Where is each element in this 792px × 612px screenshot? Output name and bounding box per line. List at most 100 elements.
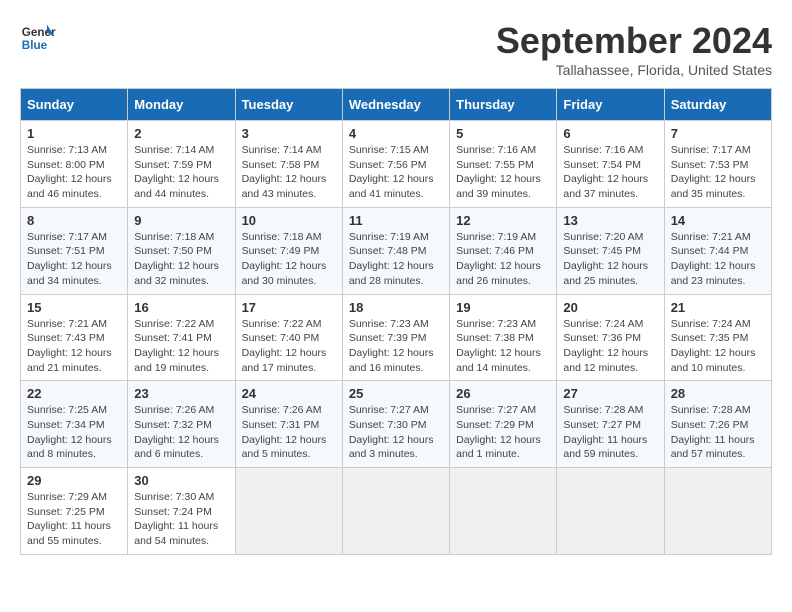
- day-number: 28: [671, 386, 765, 401]
- cell-4-5: [557, 468, 664, 555]
- day-detail: Sunrise: 7:16 AM Sunset: 7:55 PM Dayligh…: [456, 144, 541, 200]
- cell-3-4: 26 Sunrise: 7:27 AM Sunset: 7:29 PM Dayli…: [450, 381, 557, 468]
- cell-1-6: 14Sunrise: 7:21 AM Sunset: 7:44 PM Dayli…: [664, 207, 771, 294]
- cell-0-5: 6 Sunrise: 7:16 AM Sunset: 7:54 PM Daylig…: [557, 121, 664, 208]
- day-detail: Sunrise: 7:21 AM Sunset: 7:43 PM Dayligh…: [27, 318, 112, 374]
- day-number: 22: [27, 386, 121, 401]
- location-title: Tallahassee, Florida, United States: [496, 62, 772, 78]
- cell-2-4: 19 Sunrise: 7:23 AM Sunset: 7:38 PM Dayli…: [450, 294, 557, 381]
- week-row-4: 22 Sunrise: 7:25 AM Sunset: 7:34 PM Dayli…: [21, 381, 772, 468]
- cell-4-6: [664, 468, 771, 555]
- day-detail: Sunrise: 7:28 AM Sunset: 7:27 PM Dayligh…: [563, 404, 647, 460]
- cell-1-5: 13Sunrise: 7:20 AM Sunset: 7:45 PM Dayli…: [557, 207, 664, 294]
- cell-3-1: 23 Sunrise: 7:26 AM Sunset: 7:32 PM Dayli…: [128, 381, 235, 468]
- cell-3-3: 25Sunrise: 7:27 AM Sunset: 7:30 PM Dayli…: [342, 381, 449, 468]
- day-number: 15: [27, 300, 121, 315]
- header-monday: Monday: [128, 89, 235, 121]
- cell-0-2: 3 Sunrise: 7:14 AM Sunset: 7:58 PM Daylig…: [235, 121, 342, 208]
- day-detail: Sunrise: 7:23 AM Sunset: 7:38 PM Dayligh…: [456, 318, 541, 374]
- day-number: 21: [671, 300, 765, 315]
- cell-4-1: 30 Sunrise: 7:30 AM Sunset: 7:24 PM Dayli…: [128, 468, 235, 555]
- cell-0-0: 1 Sunrise: 7:13 AM Sunset: 8:00 PM Daylig…: [21, 121, 128, 208]
- day-number: 26: [456, 386, 550, 401]
- day-number: 19: [456, 300, 550, 315]
- cell-2-3: 18Sunrise: 7:23 AM Sunset: 7:39 PM Dayli…: [342, 294, 449, 381]
- cell-0-6: 7 Sunrise: 7:17 AM Sunset: 7:53 PM Daylig…: [664, 121, 771, 208]
- day-number: 24: [242, 386, 336, 401]
- header-row: SundayMondayTuesdayWednesdayThursdayFrid…: [21, 89, 772, 121]
- day-number: 4: [349, 126, 443, 141]
- day-detail: Sunrise: 7:26 AM Sunset: 7:32 PM Dayligh…: [134, 404, 219, 460]
- header-friday: Friday: [557, 89, 664, 121]
- day-detail: Sunrise: 7:18 AM Sunset: 7:50 PM Dayligh…: [134, 231, 219, 287]
- cell-1-4: 12Sunrise: 7:19 AM Sunset: 7:46 PM Dayli…: [450, 207, 557, 294]
- cell-2-6: 21 Sunrise: 7:24 AM Sunset: 7:35 PM Dayli…: [664, 294, 771, 381]
- header-wednesday: Wednesday: [342, 89, 449, 121]
- day-detail: Sunrise: 7:30 AM Sunset: 7:24 PM Dayligh…: [134, 491, 218, 547]
- day-detail: Sunrise: 7:15 AM Sunset: 7:56 PM Dayligh…: [349, 144, 434, 200]
- header-tuesday: Tuesday: [235, 89, 342, 121]
- day-number: 20: [563, 300, 657, 315]
- day-detail: Sunrise: 7:21 AM Sunset: 7:44 PM Dayligh…: [671, 231, 756, 287]
- day-number: 29: [27, 473, 121, 488]
- day-number: 8: [27, 213, 121, 228]
- day-number: 23: [134, 386, 228, 401]
- header-thursday: Thursday: [450, 89, 557, 121]
- day-detail: Sunrise: 7:23 AM Sunset: 7:39 PM Dayligh…: [349, 318, 434, 374]
- cell-2-0: 15 Sunrise: 7:21 AM Sunset: 7:43 PM Dayli…: [21, 294, 128, 381]
- svg-text:Blue: Blue: [22, 39, 48, 52]
- day-number: 27: [563, 386, 657, 401]
- cell-2-2: 17 Sunrise: 7:22 AM Sunset: 7:40 PM Dayli…: [235, 294, 342, 381]
- day-detail: Sunrise: 7:24 AM Sunset: 7:36 PM Dayligh…: [563, 318, 648, 374]
- day-detail: Sunrise: 7:19 AM Sunset: 7:46 PM Dayligh…: [456, 231, 541, 287]
- cell-3-5: 27 Sunrise: 7:28 AM Sunset: 7:27 PM Dayli…: [557, 381, 664, 468]
- day-detail: Sunrise: 7:16 AM Sunset: 7:54 PM Dayligh…: [563, 144, 648, 200]
- day-detail: Sunrise: 7:29 AM Sunset: 7:25 PM Dayligh…: [27, 491, 111, 547]
- day-number: 6: [563, 126, 657, 141]
- header-sunday: Sunday: [21, 89, 128, 121]
- day-number: 10: [242, 213, 336, 228]
- header: General Blue September 2024 Tallahassee,…: [20, 20, 772, 78]
- cell-1-1: 9Sunrise: 7:18 AM Sunset: 7:50 PM Daylig…: [128, 207, 235, 294]
- logo: General Blue: [20, 20, 56, 56]
- day-detail: Sunrise: 7:26 AM Sunset: 7:31 PM Dayligh…: [242, 404, 327, 460]
- cell-4-3: [342, 468, 449, 555]
- day-detail: Sunrise: 7:18 AM Sunset: 7:49 PM Dayligh…: [242, 231, 327, 287]
- day-number: 17: [242, 300, 336, 315]
- day-number: 3: [242, 126, 336, 141]
- week-row-5: 29 Sunrise: 7:29 AM Sunset: 7:25 PM Dayli…: [21, 468, 772, 555]
- day-detail: Sunrise: 7:25 AM Sunset: 7:34 PM Dayligh…: [27, 404, 112, 460]
- day-detail: Sunrise: 7:17 AM Sunset: 7:53 PM Dayligh…: [671, 144, 756, 200]
- day-detail: Sunrise: 7:17 AM Sunset: 7:51 PM Dayligh…: [27, 231, 112, 287]
- day-detail: Sunrise: 7:19 AM Sunset: 7:48 PM Dayligh…: [349, 231, 434, 287]
- calendar-table: SundayMondayTuesdayWednesdayThursdayFrid…: [20, 88, 772, 555]
- day-number: 30: [134, 473, 228, 488]
- cell-1-0: 8 Sunrise: 7:17 AM Sunset: 7:51 PM Daylig…: [21, 207, 128, 294]
- logo-icon: General Blue: [20, 20, 56, 56]
- title-section: September 2024 Tallahassee, Florida, Uni…: [496, 20, 772, 78]
- day-detail: Sunrise: 7:27 AM Sunset: 7:30 PM Dayligh…: [349, 404, 434, 460]
- day-detail: Sunrise: 7:14 AM Sunset: 7:58 PM Dayligh…: [242, 144, 327, 200]
- cell-0-1: 2 Sunrise: 7:14 AM Sunset: 7:59 PM Daylig…: [128, 121, 235, 208]
- cell-3-6: 28Sunrise: 7:28 AM Sunset: 7:26 PM Dayli…: [664, 381, 771, 468]
- day-number: 11: [349, 213, 443, 228]
- day-number: 1: [27, 126, 121, 141]
- day-number: 5: [456, 126, 550, 141]
- day-number: 16: [134, 300, 228, 315]
- cell-0-3: 4 Sunrise: 7:15 AM Sunset: 7:56 PM Daylig…: [342, 121, 449, 208]
- cell-1-3: 11 Sunrise: 7:19 AM Sunset: 7:48 PM Dayli…: [342, 207, 449, 294]
- day-detail: Sunrise: 7:14 AM Sunset: 7:59 PM Dayligh…: [134, 144, 219, 200]
- cell-1-2: 10 Sunrise: 7:18 AM Sunset: 7:49 PM Dayli…: [235, 207, 342, 294]
- day-detail: Sunrise: 7:13 AM Sunset: 8:00 PM Dayligh…: [27, 144, 112, 200]
- day-detail: Sunrise: 7:22 AM Sunset: 7:40 PM Dayligh…: [242, 318, 327, 374]
- day-detail: Sunrise: 7:24 AM Sunset: 7:35 PM Dayligh…: [671, 318, 756, 374]
- day-detail: Sunrise: 7:27 AM Sunset: 7:29 PM Dayligh…: [456, 404, 541, 460]
- cell-3-0: 22 Sunrise: 7:25 AM Sunset: 7:34 PM Dayli…: [21, 381, 128, 468]
- day-number: 7: [671, 126, 765, 141]
- cell-0-4: 5 Sunrise: 7:16 AM Sunset: 7:55 PM Daylig…: [450, 121, 557, 208]
- header-saturday: Saturday: [664, 89, 771, 121]
- cell-2-1: 16Sunrise: 7:22 AM Sunset: 7:41 PM Dayli…: [128, 294, 235, 381]
- week-row-1: 1 Sunrise: 7:13 AM Sunset: 8:00 PM Daylig…: [21, 121, 772, 208]
- cell-4-2: [235, 468, 342, 555]
- day-number: 2: [134, 126, 228, 141]
